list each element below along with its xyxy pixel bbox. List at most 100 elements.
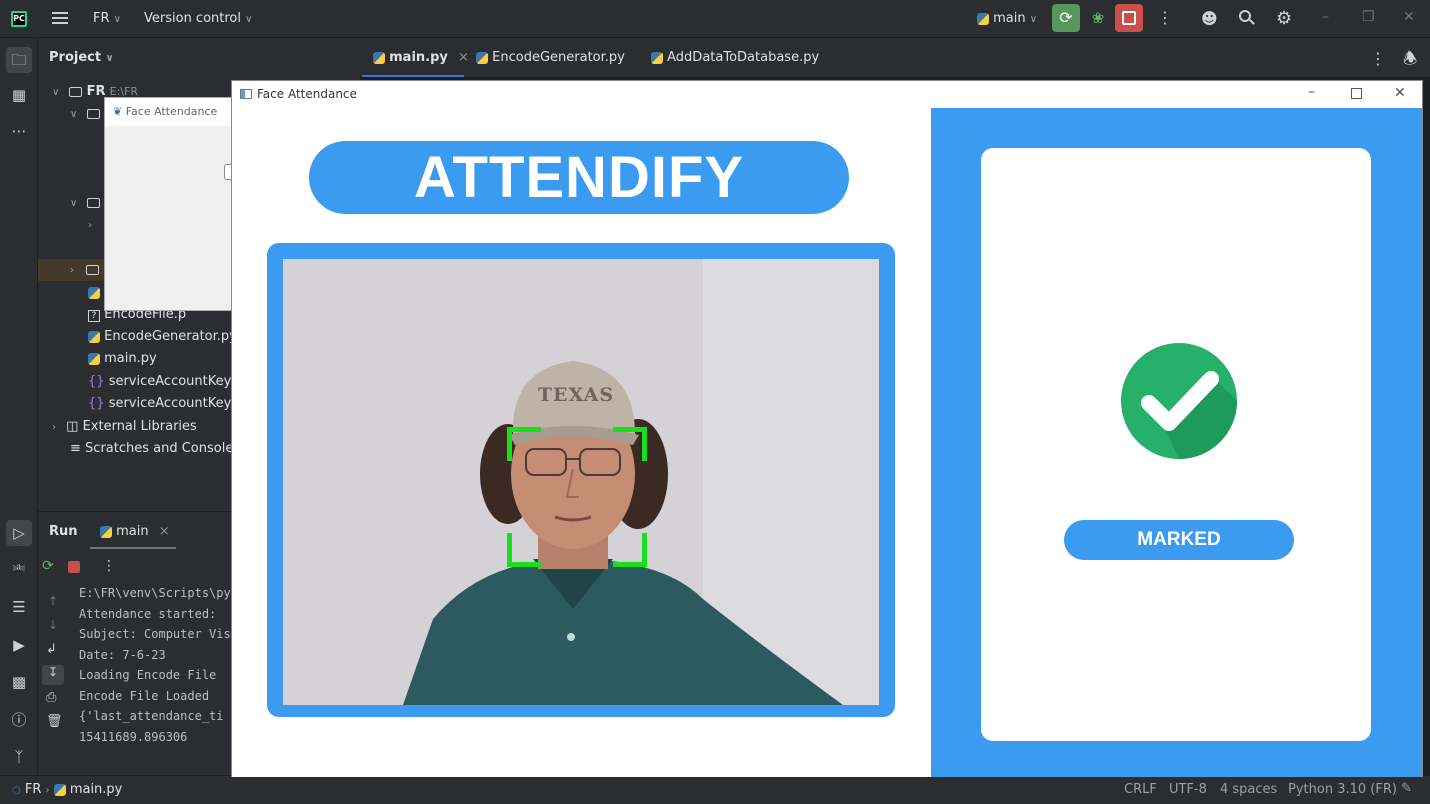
maximize-icon[interactable] (1351, 88, 1362, 99)
main-menu-icon[interactable] (52, 10, 68, 26)
python-icon (373, 51, 385, 64)
breadcrumb[interactable]: ○ FR › main.py (12, 782, 122, 797)
tree-external-libraries[interactable]: › ◫ External Libraries (52, 416, 197, 438)
window-titlebar[interactable]: Face Attendance – ✕ (232, 81, 1422, 108)
close-tab-icon[interactable]: × (458, 50, 469, 65)
small-window-titlebar[interactable]: ❦ Face Attendance (105, 98, 231, 126)
tree-file-label: main.py (104, 351, 157, 366)
problems-icon[interactable]: ⓘ (8, 709, 30, 731)
tree-folder[interactable]: ∨ (70, 192, 101, 214)
interpreter-indicator[interactable]: Python 3.10 (FR) (1288, 782, 1397, 797)
stop-icon[interactable] (68, 561, 80, 573)
python-file-icon (88, 330, 100, 343)
pycharm-logo-icon: PC (11, 11, 27, 27)
console-line: Subject: Computer Vis (79, 627, 231, 641)
run-config-selector[interactable]: main ∨ (977, 11, 1037, 26)
chevron-down-icon: ∨ (113, 14, 121, 25)
scratches-icon: ≡ (70, 441, 81, 456)
tab-encodegenerator[interactable]: EncodeGenerator.py (476, 50, 625, 65)
json-file-icon: {} (88, 396, 105, 411)
encoding-indicator[interactable]: UTF-8 (1169, 782, 1207, 797)
tree-folder-collapsed[interactable]: › (70, 259, 100, 281)
app-window-icon (240, 89, 252, 99)
indent-indicator[interactable]: 4 spaces (1220, 782, 1277, 797)
tab-label: main.py (389, 50, 448, 65)
run-panel-title: Run (49, 524, 78, 539)
more-actions-icon[interactable]: ⋮ (1157, 9, 1173, 27)
chevron-right-icon: › (52, 422, 56, 433)
soft-wrap-icon[interactable]: ↲ (46, 642, 57, 657)
tree-root-label: FR (86, 84, 106, 99)
close-icon[interactable]: ✕ (1403, 9, 1415, 25)
python-console-icon[interactable]: ⎃ (8, 559, 30, 581)
python-icon (53, 783, 66, 796)
tree-folder-collapsed[interactable]: › (88, 214, 92, 236)
rerun-icon[interactable]: ⟳ (42, 558, 54, 574)
lock-icon[interactable]: ✎ (1401, 781, 1412, 796)
print-icon[interactable]: ⎙ (46, 690, 56, 705)
tab-main-py[interactable]: main.py × (373, 50, 469, 65)
restore-icon[interactable]: ❐ (1362, 9, 1375, 25)
close-icon[interactable]: ✕ (1394, 85, 1406, 101)
structure-icon[interactable]: ▦ (8, 84, 30, 106)
run-tool-icon[interactable]: ▷ (6, 520, 32, 546)
editor-tabs: main.py × EncodeGenerator.py AddDataToDa… (360, 38, 1430, 78)
more-tools-icon[interactable]: ⋯ (8, 120, 30, 142)
python-icon (651, 51, 663, 64)
tree-folder[interactable]: ∨ (70, 103, 101, 125)
tree-scratches[interactable]: ≡ Scratches and Consoles (70, 438, 240, 460)
status-pane: MARKED (931, 108, 1422, 777)
trash-icon[interactable]: 🗑 (46, 714, 63, 729)
terminal-icon[interactable]: ▩ (8, 671, 30, 693)
folder-icon (87, 197, 101, 208)
project-selector-label: FR (93, 11, 110, 26)
scroll-to-end-icon[interactable]: ↧ (42, 665, 64, 685)
add-user-icon[interactable]: ☻ (1201, 9, 1218, 28)
git-branch-icon[interactable]: ᛉ (8, 746, 30, 768)
run-tab-main[interactable]: main × (100, 524, 170, 539)
minimize-icon[interactable]: – (1322, 9, 1329, 25)
tree-file[interactable]: main.py (88, 348, 157, 370)
notifications-bell-icon[interactable]: 🕭 (1403, 48, 1417, 75)
python-file-icon (88, 286, 100, 299)
more-options-icon[interactable]: ⋮ (102, 558, 116, 574)
debug-icon[interactable]: ❀ (1088, 8, 1108, 28)
python-file-icon (88, 352, 100, 365)
services-icon[interactable]: ▶ (8, 634, 30, 656)
tree-file[interactable] (88, 282, 100, 304)
tree-file[interactable]: {} serviceAccountKey1.js (88, 393, 254, 415)
tree-file[interactable]: EncodeGenerator.py (88, 326, 237, 348)
line-separator-indicator[interactable]: CRLF (1124, 782, 1157, 797)
console-line: Date: 7-6-23 (79, 648, 166, 662)
close-tab-icon[interactable]: × (159, 524, 170, 539)
scroll-down-icon[interactable]: ↓ (48, 618, 58, 632)
project-folder-icon[interactable]: 🗀 (6, 47, 32, 73)
chevron-down-icon: ∨ (70, 198, 78, 209)
minimize-icon[interactable]: – (1308, 84, 1315, 100)
folder-icon (87, 108, 101, 119)
chevron-down-icon: ∨ (1029, 14, 1038, 25)
face-attendance-window: Face Attendance – ✕ ATTENDIFY TEXAS MARK… (231, 80, 1423, 777)
tab-options-icon[interactable]: ⋮ (1370, 49, 1386, 68)
vcs-selector[interactable]: Version control ∨ (144, 11, 252, 26)
scroll-up-icon[interactable]: ↑ (48, 594, 58, 608)
project-panel-header[interactable]: Project ∨ (49, 50, 114, 65)
tab-label: EncodeGenerator.py (492, 50, 625, 65)
face-detection-box (507, 427, 647, 567)
chevron-down-icon: ∨ (70, 109, 78, 120)
small-tk-window[interactable]: ❦ Face Attendance (104, 97, 232, 311)
chevron-right-icon: › (70, 265, 74, 276)
console-line: {'last_attendance_ti (79, 709, 224, 723)
run-tab-label: main (116, 524, 149, 539)
layers-icon[interactable]: ☰ (8, 596, 30, 618)
search-icon[interactable] (1239, 10, 1255, 26)
tree-file[interactable]: {} serviceAccountKey.jso (88, 371, 252, 393)
stop-button[interactable] (1115, 4, 1143, 32)
tab-adddatatodatabase[interactable]: AddDataToDatabase.py (651, 50, 819, 65)
settings-gear-icon[interactable]: ⚙ (1276, 8, 1292, 29)
python-icon (476, 51, 488, 64)
webcam-feed: TEXAS (283, 259, 879, 705)
project-selector[interactable]: FR ∨ (93, 11, 121, 26)
scratches-label: Scratches and Consoles (85, 441, 241, 456)
rerun-button[interactable]: ⟳ (1052, 4, 1080, 32)
